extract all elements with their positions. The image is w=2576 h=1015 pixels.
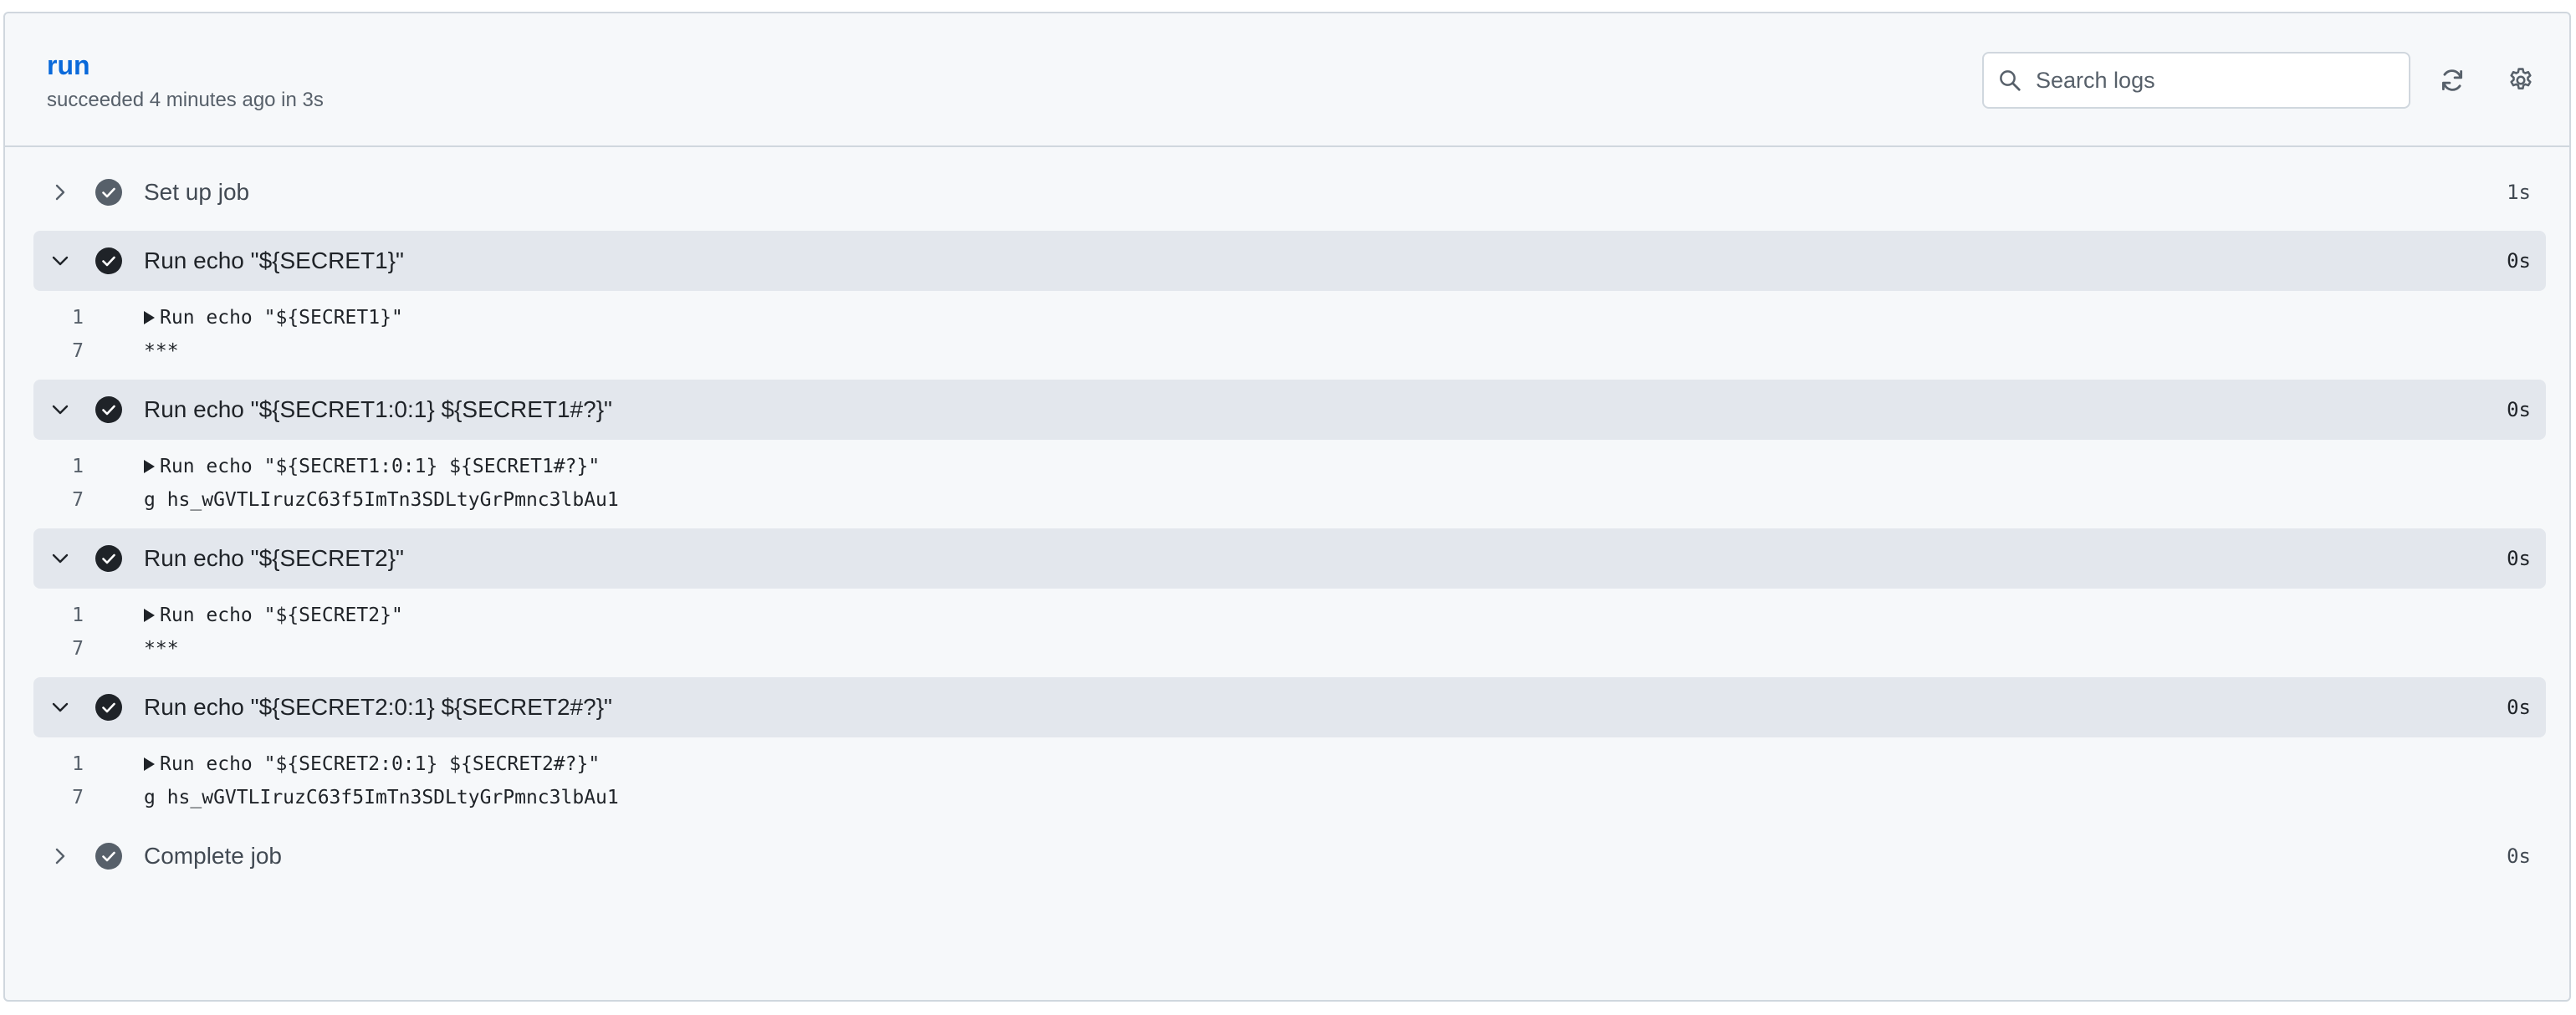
triangle-right-icon[interactable] bbox=[144, 460, 155, 473]
line-number[interactable]: 1 bbox=[42, 301, 84, 334]
refresh-icon bbox=[2441, 69, 2463, 91]
log-line: 1 Run echo "${SECRET1}" bbox=[33, 301, 2546, 334]
line-number[interactable]: 7 bbox=[42, 632, 84, 666]
log-line: 7 g hs_wGVTLIruzC63f5ImTn3SDLtyGrPmnc3lb… bbox=[33, 781, 2546, 814]
log-text: *** bbox=[144, 340, 179, 362]
line-number[interactable]: 1 bbox=[42, 599, 84, 632]
job-title-link[interactable]: run bbox=[47, 50, 90, 81]
chevron-down-icon bbox=[52, 405, 69, 415]
step-log: 1 Run echo "${SECRET2:0:1} ${SECRET2#?}"… bbox=[33, 737, 2546, 826]
step-duration: 0s bbox=[2507, 398, 2531, 421]
check-circle-icon bbox=[95, 694, 122, 721]
check-circle-icon bbox=[95, 247, 122, 274]
step-set-up-job[interactable]: Set up job 1s bbox=[33, 162, 2546, 222]
refresh-button[interactable] bbox=[2434, 62, 2471, 99]
chevron-down-icon bbox=[52, 256, 69, 266]
log-text: g hs_wGVTLIruzC63f5ImTn3SDLtyGrPmnc3lbAu… bbox=[144, 787, 619, 808]
log-line: 1 Run echo "${SECRET2:0:1} ${SECRET2#?}" bbox=[33, 747, 2546, 781]
chevron-right-icon bbox=[55, 848, 65, 865]
chevron-right-icon bbox=[55, 184, 65, 201]
check-circle-icon bbox=[95, 179, 122, 206]
step-run-echo-secret1-split[interactable]: Run echo "${SECRET1:0:1} ${SECRET1#?}" 0… bbox=[33, 380, 2546, 440]
chevron-down-icon bbox=[52, 553, 69, 564]
step-run-echo-secret2[interactable]: Run echo "${SECRET2}" 0s bbox=[33, 528, 2546, 589]
check-circle-icon bbox=[95, 843, 122, 870]
settings-button[interactable] bbox=[2502, 62, 2539, 99]
step-log: 1 Run echo "${SECRET1:0:1} ${SECRET1#?}"… bbox=[33, 440, 2546, 528]
step-name: Run echo "${SECRET2:0:1} ${SECRET2#?}" bbox=[144, 694, 612, 720]
chevron-down-icon bbox=[52, 702, 69, 712]
step-name: Run echo "${SECRET2}" bbox=[144, 545, 404, 571]
step-duration: 0s bbox=[2507, 547, 2531, 570]
line-number[interactable]: 1 bbox=[42, 747, 84, 781]
line-number[interactable]: 7 bbox=[42, 483, 84, 517]
line-number[interactable]: 1 bbox=[42, 450, 84, 483]
log-group-text: Run echo "${SECRET1}" bbox=[160, 307, 403, 329]
log-line: 7 g hs_wGVTLIruzC63f5ImTn3SDLtyGrPmnc3lb… bbox=[33, 483, 2546, 517]
step-complete-job[interactable]: Complete job 0s bbox=[33, 826, 2546, 886]
triangle-right-icon[interactable] bbox=[144, 757, 155, 771]
gear-icon bbox=[2510, 68, 2532, 90]
log-group-text: Run echo "${SECRET1:0:1} ${SECRET1#?}" bbox=[160, 456, 601, 477]
steps-list: Set up job 1s Run echo "${SECRET1}" 0s 1… bbox=[33, 162, 2546, 886]
log-line: 7 *** bbox=[33, 632, 2546, 666]
log-text: g hs_wGVTLIruzC63f5ImTn3SDLtyGrPmnc3lbAu… bbox=[144, 489, 619, 511]
search-logs-box[interactable] bbox=[1982, 52, 2410, 109]
step-duration: 0s bbox=[2507, 844, 2531, 868]
line-number[interactable]: 7 bbox=[42, 334, 84, 368]
job-status-text: succeeded 4 minutes ago in 3s bbox=[47, 89, 324, 111]
log-line: 1 Run echo "${SECRET1:0:1} ${SECRET1#?}" bbox=[33, 450, 2546, 483]
step-run-echo-secret1[interactable]: Run echo "${SECRET1}" 0s bbox=[33, 231, 2546, 291]
log-group-text: Run echo "${SECRET2:0:1} ${SECRET2#?}" bbox=[160, 753, 601, 775]
log-line: 1 Run echo "${SECRET2}" bbox=[33, 599, 2546, 632]
check-circle-icon bbox=[95, 396, 122, 423]
step-name: Set up job bbox=[144, 179, 250, 205]
step-log: 1 Run echo "${SECRET1}" 7 *** bbox=[33, 291, 2546, 380]
search-logs-input[interactable] bbox=[2034, 66, 2389, 94]
triangle-right-icon[interactable] bbox=[144, 609, 155, 622]
log-group-text: Run echo "${SECRET2}" bbox=[160, 604, 403, 626]
step-duration: 1s bbox=[2507, 181, 2531, 204]
step-name: Complete job bbox=[144, 843, 282, 869]
step-name: Run echo "${SECRET1:0:1} ${SECRET1#?}" bbox=[144, 396, 612, 422]
step-duration: 0s bbox=[2507, 249, 2531, 273]
job-log-panel: run succeeded 4 minutes ago in 3s Search… bbox=[3, 12, 2571, 1002]
triangle-right-icon[interactable] bbox=[144, 311, 155, 324]
search-icon bbox=[2000, 70, 2021, 91]
step-name: Run echo "${SECRET1}" bbox=[144, 247, 404, 273]
log-line: 7 *** bbox=[33, 334, 2546, 368]
job-header: run succeeded 4 minutes ago in 3s bbox=[5, 13, 2569, 147]
log-text: *** bbox=[144, 638, 179, 660]
line-number[interactable]: 7 bbox=[42, 781, 84, 814]
step-log: 1 Run echo "${SECRET2}" 7 *** bbox=[33, 589, 2546, 677]
check-circle-icon bbox=[95, 545, 122, 572]
step-run-echo-secret2-split[interactable]: Run echo "${SECRET2:0:1} ${SECRET2#?}" 0… bbox=[33, 677, 2546, 737]
step-duration: 0s bbox=[2507, 696, 2531, 719]
